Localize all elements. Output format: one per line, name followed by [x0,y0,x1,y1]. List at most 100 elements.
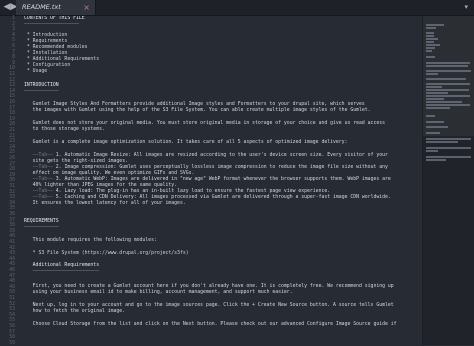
whitespace-marker: ——Tab—— [24,195,56,200]
text-line-content: Additional Requirements [24,263,100,268]
text-line: effect on image quality. We even optimiz… [24,171,195,177]
text-line: * Installation [24,51,67,57]
minimap-line [426,35,434,37]
minimap-line [426,70,471,72]
minimap-line [426,83,470,85]
minimap-line [426,147,471,149]
text-line-content: Gumlet Image Styles And Formatters provi… [24,102,365,107]
text-line-content: CONTENTS OF THIS FILE [24,16,85,21]
minimap-line [426,150,438,152]
text-line: INTRODUCTION [24,83,59,89]
text-line: Next up, log in to your account and go t… [24,303,394,309]
whitespace-marker: ——Tab—— [24,153,56,158]
minimap-line [426,24,444,26]
text-line-content: * Requirements [24,39,68,44]
text-line: site gets the right-sized images. [24,159,128,165]
text-line: It ensures the lowest latency for all of… [24,201,186,207]
text-line-content: ——————————————————————— [24,269,100,274]
tab-title: README.txt [22,3,61,11]
text-line: ——————————————————— [24,22,79,28]
text-line-content: Next up, log in to your account and go t… [24,303,394,308]
text-line: ——Tab—— 3. Automatic WebP: Images are de… [24,177,391,183]
minimap-line [426,47,435,49]
text-line-content: * Additional Requirements [24,57,100,62]
text-line: * Configuration [24,63,70,69]
text-line: 40% lighter than JPEG images for the sam… [24,183,177,189]
minimap-line [426,92,448,94]
text-line-content: site gets the right-sized images. [24,159,128,164]
text-line: Choose Cloud Storage from the list and c… [24,322,397,328]
text-line: to those storage systems. [24,127,105,133]
close-icon[interactable]: × [83,2,90,13]
minimap-line [426,27,436,29]
text-line: how to fetch the original image. [24,309,125,315]
text-line-content: This module requires the following modul… [24,238,157,243]
text-line: ——————————————————————— [24,269,99,275]
text-line: CONTENTS OF THIS FILE [24,16,85,22]
line-number-gutter: 1 2 3 4 5 6 7 8 9 10 11 12 13 14 15 16 17 18 19 20 21 22 23 24 2… [0,16,18,346]
text-line-content: 5. Caching and CDN Delivery: All images … [55,195,391,200]
minimap-line [426,56,435,58]
minimap-line [426,62,470,64]
text-line-content: to those storage systems. [24,127,105,132]
text-line-content: * Usage [24,69,48,74]
text-line-content: It ensures the lowest latency for all of… [24,201,186,206]
minimap-line [426,156,471,158]
text-line-content: * Configuration [24,63,71,68]
text-line-content: * Installation [24,51,68,56]
minimap-line [426,141,458,143]
text-line-content: INTRODUCTION [24,83,59,88]
text-line-content: * Recommended modules [24,45,88,50]
whitespace-marker: ——Tab—— [24,189,56,194]
text-line-content: using your business email id to make bil… [24,290,293,295]
line-number: 59 [9,340,15,346]
text-line: ——Tab—— 5. Caching and CDN Delivery: All… [24,195,391,201]
minimap-line [426,107,450,109]
minimap-line [426,78,466,80]
text-editor[interactable]: CONTENTS OF THIS FILE ———————————————————… [24,16,422,345]
minimap-line [426,132,440,134]
text-line: ——Tab—— 1. Automatic Image Resize: All i… [24,153,388,159]
text-line: Gumlet Image Styles And Formatters provi… [24,102,365,108]
tab-bar: ◀ ▶ README.txt × ▾ [0,0,474,16]
text-line: This module requires the following modul… [24,238,157,244]
minimap-line [426,44,440,46]
minimap-line [426,126,448,128]
text-line: * Recommended modules [24,45,88,51]
text-line: * Requirements [24,39,67,45]
text-line-content: effect on image quality. We even optimiz… [24,171,195,176]
text-line: ———————————— [24,89,59,95]
text-line-content: Choose Cloud Storage from the list and c… [24,322,397,327]
text-line: First, you need to create a Gumlet accou… [24,284,394,290]
text-line: ——Tab—— 4. Lazy load: The plug-in has an… [24,189,330,195]
minimap[interactable] [422,16,474,345]
text-line-content: 4. Lazy load: The plug-in has an in-buil… [55,189,331,194]
text-line-content: 40% lighter than JPEG images for the sam… [24,183,178,188]
text-line-content: ———————————— [24,89,59,94]
minimap-line [426,95,470,97]
text-line: * S3 File System (https://www.drupal.org… [24,251,189,257]
file-tab-readme[interactable]: README.txt × [16,0,96,15]
text-line-content: First, you need to create a Gumlet accou… [24,284,394,289]
minimap-line [426,86,442,88]
whitespace-marker: ——Tab—— [24,177,56,182]
minimap-line [426,98,444,100]
text-line-content: ———————————— [24,225,59,230]
text-line: Gumlet does not store your original medi… [24,121,385,127]
text-line-content: * Introduction [24,33,68,38]
text-line-content: 3. Automatic WebP: Images are delivered … [55,177,391,182]
text-line-content: Gumlet is a complete image optimization … [24,140,348,145]
text-line: * Usage [24,69,47,75]
minimap-line [426,101,462,103]
chevron-down-icon[interactable]: ▾ [464,2,468,13]
minimap-line [426,138,471,140]
whitespace-marker: ——Tab—— [24,165,56,170]
minimap-line [426,89,469,91]
minimap-line [426,73,438,75]
text-line: REQUIREMENTS [24,219,59,225]
text-line: ———————————— [24,225,59,231]
minimap-viewport[interactable] [423,16,474,136]
text-line: ——Tab—— 2. Image compression: Gumlet use… [24,165,388,171]
text-line-content: 1. Automatic Image Resize: All images ar… [55,153,388,158]
minimap-line [426,41,434,43]
